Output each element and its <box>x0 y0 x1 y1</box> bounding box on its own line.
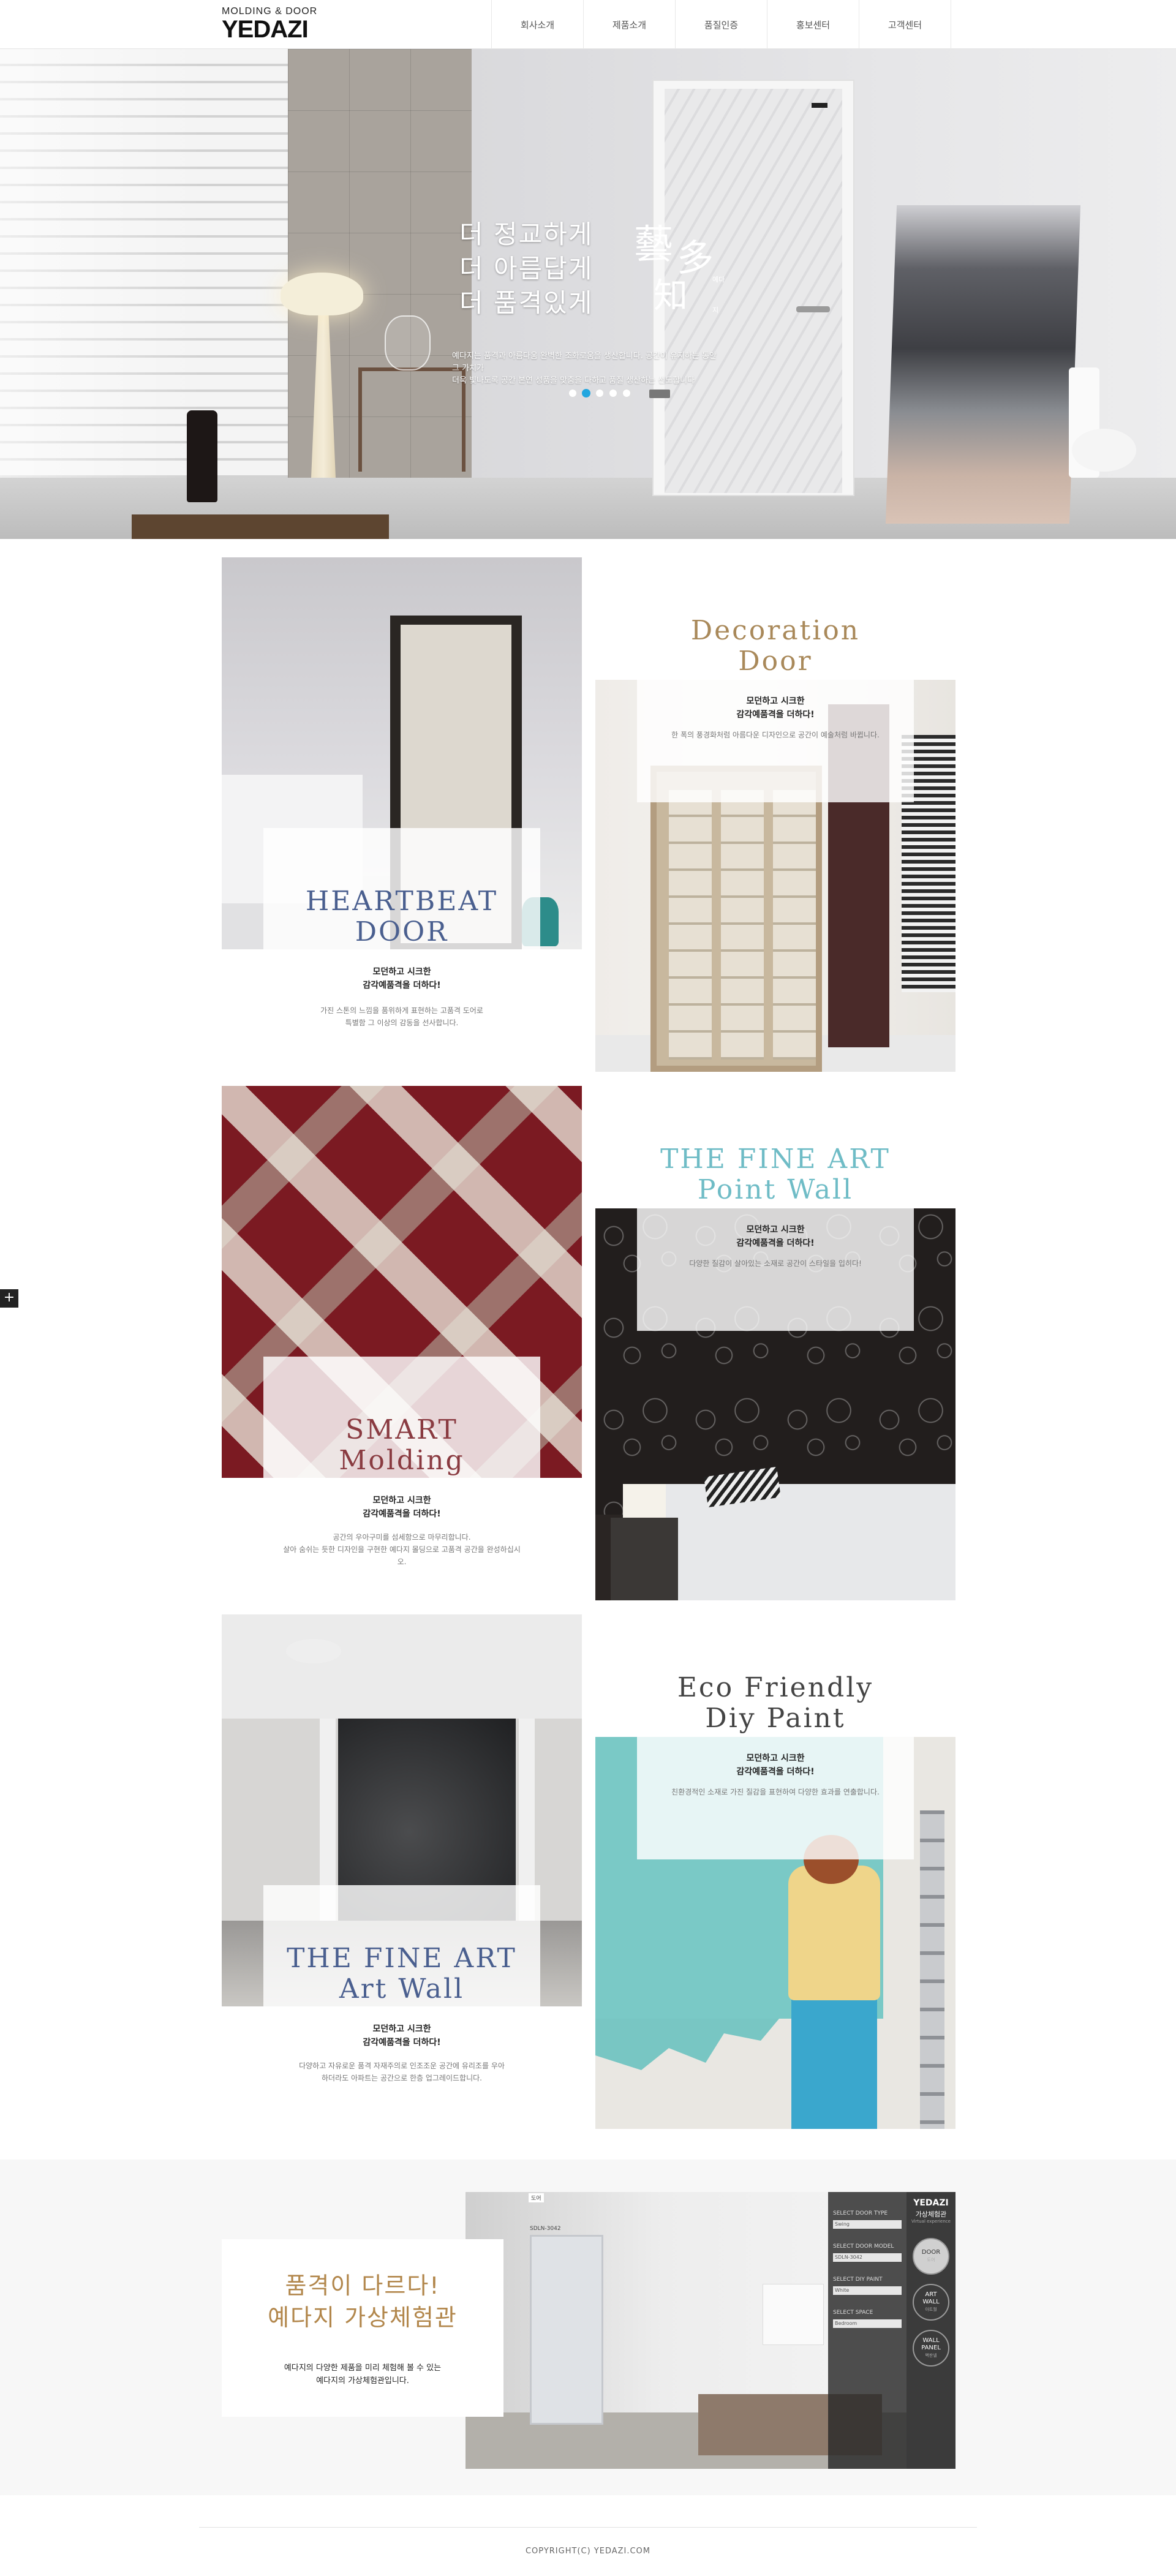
virtual-menu-panel: YEDAZI 가상체험관 Virtual experience DOOR 도어 … <box>907 2192 956 2469</box>
hero-lamp <box>281 273 363 315</box>
nav-item-company[interactable]: 회사소개 <box>492 0 584 49</box>
virtual-experience-section: 도어 SDLN-3042 SELECT DOOR TYPE Swing SELE… <box>0 2160 1176 2495</box>
card-title: THE FINE ART Art Wall <box>287 1943 517 2005</box>
pause-button[interactable] <box>649 390 670 398</box>
hero-door-handle <box>796 306 830 312</box>
virtual-experience-intro[interactable]: 품격이 다르다! 예다지 가상체험관 예다지의 다양한 제품을 미리 체험해 볼… <box>222 2239 503 2417</box>
hero-description: 예다지는 품격과 아름다움 완벽한 조화로움을 생산합니다. 공간이 유지하는 … <box>452 352 717 385</box>
header: MOLDING & DOOR YEDAZI 회사소개 제품소개 품질인증 홍보센… <box>0 0 1176 49</box>
virtual-art-wall-button[interactable]: ART WALL 아트월 <box>913 2284 949 2321</box>
logo-title: YEDAZI <box>222 16 309 43</box>
virtual-door-button[interactable]: DOOR 도어 <box>913 2238 949 2275</box>
virtual-wall-panel-button[interactable]: WALL PANEL 벽판넬 <box>913 2330 949 2367</box>
product-card-decoration-door[interactable]: Decoration Door 모던하고 시크한 감각예품격을 더하다! 한 폭… <box>637 557 914 802</box>
virtual-options-sidebar: SELECT DOOR TYPE Swing SELECT DOOR MODEL… <box>828 2192 907 2469</box>
nav-item-products[interactable]: 제품소개 <box>584 0 676 49</box>
product-card-point-wall[interactable]: THE FINE ART Point Wall 모던하고 시크한 감각예품격을 … <box>637 1086 914 1331</box>
nav-item-quality[interactable]: 품질인증 <box>676 0 767 49</box>
nav-item-pr[interactable]: 홍보센터 <box>767 0 859 49</box>
card-title: HEARTBEAT DOOR <box>305 886 499 947</box>
expand-plus-button[interactable]: + <box>0 1289 18 1308</box>
hero-canvas-painting <box>885 205 1081 524</box>
main-nav: 회사소개 제품소개 품질인증 홍보센터 고객센터 <box>491 0 951 49</box>
nav-item-support[interactable]: 고객센터 <box>859 0 951 49</box>
product-card-art-wall[interactable]: THE FINE ART Art Wall 모던하고 시크한 감각예품격을 더하… <box>263 1885 540 2130</box>
copyright: COPYRIGHT(C) YEDAZI.COM <box>525 2547 651 2556</box>
product-card-heartbeat-door[interactable]: HEARTBEAT DOOR 모던하고 시크한 감각예품격을 더하다! 가진 스… <box>263 828 540 1073</box>
select-space[interactable]: Bedroom <box>833 2319 902 2328</box>
hero-hanja-logo: 藝 多 知 예다 지 <box>634 222 725 316</box>
select-door-model[interactable]: SDLN-3042 <box>833 2253 902 2262</box>
slide-dot-4[interactable] <box>609 389 617 397</box>
slide-dot-2[interactable] <box>582 389 590 397</box>
select-door-type[interactable]: Swing <box>833 2220 902 2229</box>
slide-dot-1[interactable] <box>568 389 577 397</box>
card-title: THE FINE ART Point Wall <box>660 1143 891 1205</box>
card-title: Decoration Door <box>690 615 861 677</box>
hero-side-table <box>358 367 466 472</box>
slide-dot-3[interactable] <box>595 389 604 397</box>
footer-divider <box>199 2527 977 2528</box>
product-card-smart-molding[interactable]: SMART Molding 모던하고 시크한 감각예품격을 더하다! 공간의 우… <box>263 1357 540 1602</box>
hero-wine-bottle <box>187 410 217 502</box>
card-title: Eco Friendly Diy Paint <box>677 1672 874 1734</box>
card-title: SMART Molding <box>339 1414 465 1476</box>
virtual-room-door <box>530 2235 603 2425</box>
product-card-eco-paint[interactable]: Eco Friendly Diy Paint 모던하고 시크한 감각예품격을 더… <box>637 1614 914 1859</box>
virtual-experience-title: 품격이 다르다! 예다지 가상체험관 <box>268 2272 458 2331</box>
hero-slider: 더 정교하게 더 아름답게 더 품격있게 藝 多 知 예다 지 예다지는 품격과… <box>0 49 1176 539</box>
virtual-experience-desc: 예다지의 다양한 제품을 미리 체험해 볼 수 있는 예다지의 가상체험관입니다… <box>284 2363 442 2386</box>
slide-dot-5[interactable] <box>622 389 631 397</box>
logo[interactable]: MOLDING & DOOR YEDAZI <box>222 6 320 43</box>
hero-pagination <box>568 389 631 397</box>
select-diy-paint[interactable]: White <box>833 2286 902 2295</box>
